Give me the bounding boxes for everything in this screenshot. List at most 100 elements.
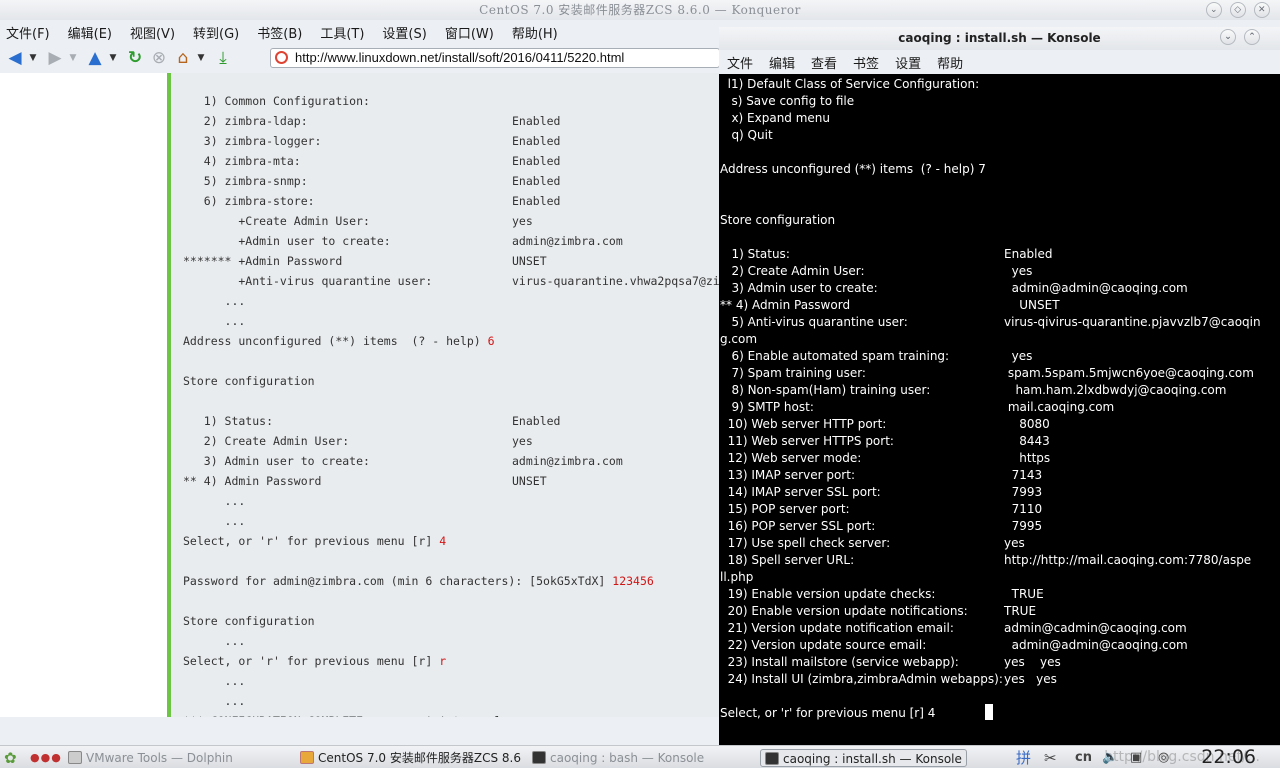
konsole-title: caoqing : install.sh — Konsole xyxy=(898,31,1101,45)
terminal-line: 15) POP server port: 7110 xyxy=(720,501,1043,518)
konsole-menu-help[interactable]: 帮助 xyxy=(937,53,963,72)
terminal-line-text: 22) Version update source email: xyxy=(720,638,927,652)
volume-icon[interactable]: 🔈 xyxy=(1102,749,1118,767)
menu-help[interactable]: 帮助(H) xyxy=(512,23,558,42)
terminal-line-text: 24) Install UI (zimbra,zimbraAdmin webap… xyxy=(720,672,1003,686)
konqueror-status-bar xyxy=(0,717,720,745)
up-icon[interactable]: ▲ xyxy=(84,47,106,69)
terminal-line-text: 9) SMTP host: xyxy=(720,400,814,414)
taskbar-item-install[interactable]: caoqing : install.sh — Konsole xyxy=(760,749,967,767)
terminal-output[interactable]: l1) Default Class of Service Configurati… xyxy=(719,74,1280,745)
terminal-cursor xyxy=(985,704,993,720)
konsole-menu-edit[interactable]: 编辑 xyxy=(769,53,795,72)
code-line: Select, or 'r' for previous menu [r] 4 xyxy=(183,531,446,551)
code-line-text: ... xyxy=(183,494,246,508)
taskbar: ✿ ●●● VMware Tools — Dolphin CentOS 7.0 … xyxy=(0,745,1280,768)
code-line-value: admin@zimbra.com xyxy=(512,454,623,468)
terminal-line: 19) Enable version update checks: TRUE xyxy=(720,586,1044,603)
terminal-line-value: http://http://mail.caoqing.com:7780/aspe xyxy=(1004,553,1252,567)
code-line: Store configuration xyxy=(183,611,315,631)
code-line-text: +Create Admin User: xyxy=(183,214,370,228)
back-dropdown-icon[interactable]: ▼ xyxy=(28,47,38,69)
taskbar-item-bash[interactable]: caoqing : bash — Konsole xyxy=(532,749,704,767)
konsole-title-bar[interactable]: caoqing : install.sh — Konsole ⌄ ⌃ xyxy=(719,27,1280,50)
terminal-app-icon xyxy=(532,751,546,764)
reload-icon[interactable]: ↻ xyxy=(124,47,146,69)
code-line: 6) zimbra-store: Enabled xyxy=(183,191,561,211)
terminal-line: Store configuration xyxy=(720,212,835,229)
terminal-line-text: s) Save config to file xyxy=(720,94,855,108)
code-line-input: r xyxy=(439,654,447,668)
stop-icon[interactable]: ⊗ xyxy=(148,47,170,69)
menu-window[interactable]: 窗口(W) xyxy=(445,23,494,42)
code-line-text: 3) zimbra-logger: xyxy=(183,134,322,148)
terminal-line-value: Enabled xyxy=(1004,247,1053,261)
terminal-line-text: 2) Create Admin User: xyxy=(720,264,865,278)
terminal-line-text: ll.php xyxy=(720,570,754,584)
terminal-line: 24) Install UI (zimbra,zimbraAdmin webap… xyxy=(720,671,1057,688)
konsole-menu-view[interactable]: 查看 xyxy=(811,53,837,72)
terminal-line-value: mail.caoqing.com xyxy=(1004,400,1115,414)
forward-dropdown-icon[interactable]: ▼ xyxy=(68,47,78,69)
taskbar-item-label: VMware Tools — Dolphin xyxy=(86,751,233,765)
minimize-icon[interactable]: ⌄ xyxy=(1206,2,1222,18)
clock[interactable]: 22:06 xyxy=(1201,746,1256,768)
clipboard-icon[interactable]: ▣ xyxy=(1130,749,1142,767)
terminal-line-value: yes xyxy=(1004,264,1033,278)
konqueror-title-bar[interactable]: CentOS 7.0 安装邮件服务器ZCS 8.6.0 — Konqueror … xyxy=(0,0,1280,20)
konsole-maximize-icon[interactable]: ⌃ xyxy=(1244,29,1260,45)
terminal-line-text: Address unconfigured (**) items (? - hel… xyxy=(720,162,986,176)
code-line: ... xyxy=(183,491,246,511)
home-icon[interactable]: ⌂ xyxy=(172,47,194,69)
code-line: 1) Common Configuration: xyxy=(183,91,370,111)
terminal-line-value: 7110 xyxy=(1004,502,1043,516)
terminal-line-text: 7) Spam training user: xyxy=(720,366,866,380)
taskbar-item-konqueror[interactable]: CentOS 7.0 安装邮件服务器ZCS 8.6 xyxy=(300,749,521,767)
menu-edit[interactable]: 编辑(E) xyxy=(68,23,112,42)
menu-settings[interactable]: 设置(S) xyxy=(382,23,426,42)
taskbar-item-label: caoqing : install.sh — Konsole xyxy=(783,752,962,766)
maximize-icon[interactable]: ◇ xyxy=(1230,2,1246,18)
menu-file[interactable]: 文件(F) xyxy=(6,23,50,42)
web-page-content[interactable]: 1) Common Configuration: 2) zimbra-ldap:… xyxy=(0,73,720,717)
app-launcher-icon[interactable]: ✿ xyxy=(4,749,17,767)
download-icon[interactable]: ⤓ xyxy=(212,47,234,69)
taskbar-item-dolphin[interactable]: VMware Tools — Dolphin xyxy=(68,749,233,767)
konsole-menu-bookmarks[interactable]: 书签 xyxy=(853,53,879,72)
terminal-line: 23) Install mailstore (service webapp): y… xyxy=(720,654,1061,671)
code-line: ... xyxy=(183,291,246,311)
terminal-line: ** 4) Admin Password UNSET xyxy=(720,297,1060,314)
konsole-menu-file[interactable]: 文件 xyxy=(727,53,753,72)
menu-tools[interactable]: 工具(T) xyxy=(320,23,364,42)
back-icon[interactable]: ◀ xyxy=(4,47,26,69)
terminal-line: 1) Status: Enabled xyxy=(720,246,1052,263)
code-line: ... xyxy=(183,691,246,711)
url-input[interactable]: http://www.linuxdown.net/install/soft/20… xyxy=(270,48,720,68)
code-line-value: Enabled xyxy=(512,174,561,188)
forward-icon[interactable]: ▶ xyxy=(44,47,66,69)
terminal-line: 11) Web server HTTPS port: 8443 xyxy=(720,433,1050,450)
keyboard-layout-label[interactable]: cn xyxy=(1075,749,1092,767)
konsole-minimize-icon[interactable]: ⌄ xyxy=(1220,29,1236,45)
network-icon[interactable]: ◎ xyxy=(1158,749,1169,767)
menu-bookmarks[interactable]: 书签(B) xyxy=(257,23,302,42)
konsole-menu-settings[interactable]: 设置 xyxy=(895,53,921,72)
tools-icon[interactable]: ✂ xyxy=(1044,749,1057,767)
up-dropdown-icon[interactable]: ▼ xyxy=(108,47,118,69)
pager-icon[interactable]: ●●● xyxy=(30,749,62,767)
terminal-line: 18) Spell server URL: http://http://mail.… xyxy=(720,552,1252,569)
terminal-line-text: 23) Install mailstore (service webapp): xyxy=(720,655,959,669)
menu-go[interactable]: 转到(G) xyxy=(193,23,239,42)
home-dropdown-icon[interactable]: ▼ xyxy=(196,47,206,69)
dolphin-icon xyxy=(68,751,82,764)
menu-view[interactable]: 视图(V) xyxy=(130,23,175,42)
code-line-value: admin@zimbra.com xyxy=(512,234,623,248)
terminal-line: 8) Non-spam(Ham) training user: ham.ham.… xyxy=(720,382,1226,399)
code-line-text: 1) Common Configuration: xyxy=(183,94,370,108)
close-icon[interactable]: ✕ xyxy=(1254,2,1270,18)
terminal-line: 6) Enable automated spam training: yes xyxy=(720,348,1032,365)
code-line-input: 4 xyxy=(439,534,447,548)
code-line: ... xyxy=(183,631,246,651)
code-line-text: Address unconfigured (**) items (? - hel… xyxy=(183,334,488,348)
input-method-icon[interactable]: 拼 xyxy=(1016,749,1031,767)
